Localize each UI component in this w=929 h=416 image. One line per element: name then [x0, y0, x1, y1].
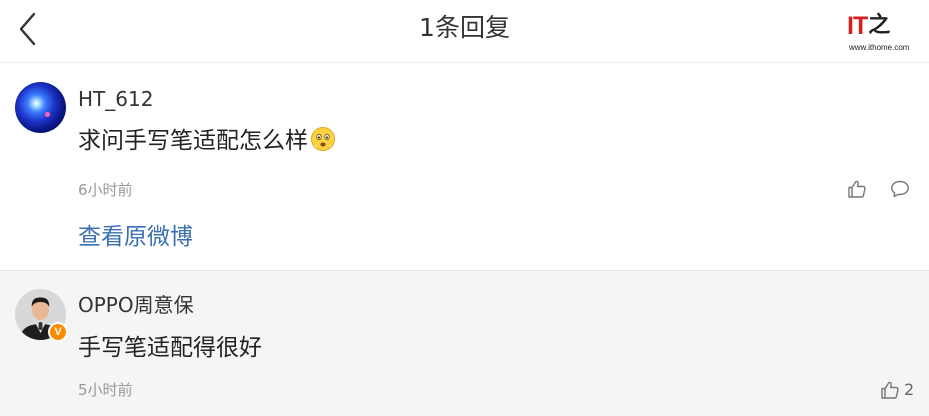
page-title: 1条回复 — [419, 13, 510, 42]
worried-face-emoji — [311, 127, 335, 151]
comment-text-row: 求问手写笔适配怎么样 — [78, 125, 336, 157]
view-original-link[interactable]: 查看原微博 — [78, 221, 193, 253]
like-button[interactable] — [847, 179, 867, 203]
comment-bubble-icon — [891, 180, 909, 198]
logo-mark: IT 之 — [847, 12, 890, 40]
comment-text: 手写笔适配得很好 — [78, 335, 262, 361]
logo-url: www.ithome.com — [849, 43, 910, 52]
comment-text-row: 手写笔适配得很好 — [78, 332, 262, 364]
comment-text: 求问手写笔适配怎么样 — [78, 128, 308, 154]
verified-badge: V — [48, 322, 68, 342]
avatar-flare — [45, 112, 50, 117]
reply-button[interactable] — [890, 179, 910, 203]
like-button[interactable]: 2 — [880, 380, 914, 400]
header-bar: 1条回复 IT 之 www.ithome.com — [0, 0, 929, 63]
comment-time: 5小时前 — [78, 381, 133, 399]
thumbs-up-icon — [848, 180, 866, 198]
logo-zhi-text: 之 — [868, 13, 891, 38]
comment-time: 6小时前 — [78, 181, 133, 199]
comment-reply: V OPPO周意保 手写笔适配得很好 5小时前 2 — [0, 270, 929, 416]
comment-username[interactable]: OPPO周意保 — [78, 292, 194, 318]
comment-main: HT_612 求问手写笔适配怎么样 6小时前 查看原微博 — [0, 63, 929, 270]
logo-it-text: IT — [847, 12, 868, 40]
ithome-logo: IT 之 www.ithome.com — [847, 12, 915, 54]
thumbs-up-icon — [881, 381, 899, 399]
like-count: 2 — [904, 380, 915, 399]
avatar[interactable]: V — [15, 289, 68, 342]
avatar[interactable] — [15, 82, 66, 133]
comment-username[interactable]: HT_612 — [78, 86, 153, 112]
